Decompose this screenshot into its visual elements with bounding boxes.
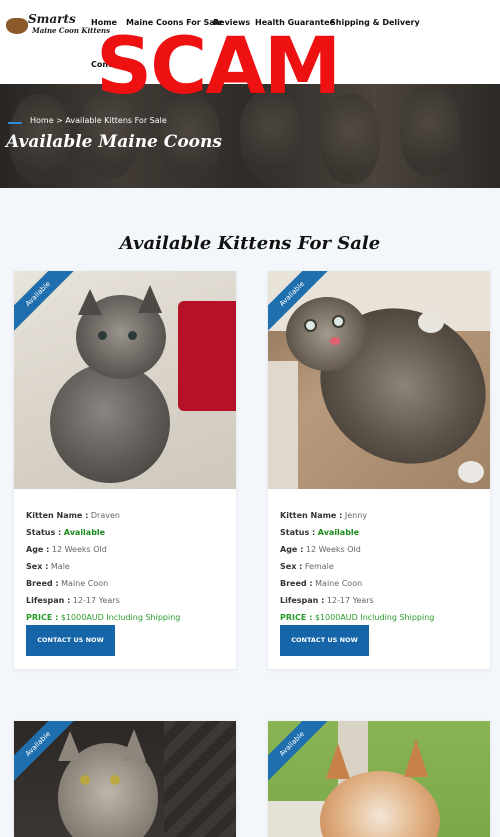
kitten-breed: Maine Coon xyxy=(61,579,109,588)
logo-text: Smarts xyxy=(28,12,76,26)
kitten-lifespan: 12-17 Years xyxy=(72,596,120,605)
kitten-card: Available xyxy=(14,721,236,837)
kitten-info: Kitten Name : Jenny Status : Available A… xyxy=(280,511,435,622)
kitten-age: 12 Weeks Old xyxy=(51,545,107,554)
kitten-sex: Male xyxy=(50,562,70,571)
kitten-price: $1000AUD Including Shipping xyxy=(314,613,435,622)
kitten-breed: Maine Coon xyxy=(315,579,363,588)
kitten-photo xyxy=(268,271,490,489)
contact-us-button[interactable]: CONTACT US NOW xyxy=(26,625,115,656)
kitten-sex: Female xyxy=(304,562,334,571)
page-title: Available Maine Coons xyxy=(6,132,222,152)
nav-shipping-delivery[interactable]: Shipping & Delivery xyxy=(330,18,420,27)
cat-logo-icon xyxy=(6,18,28,34)
kitten-name: Draven xyxy=(90,511,120,520)
breadcrumb-accent xyxy=(8,122,22,124)
kitten-info: Kitten Name : Draven Status : Available … xyxy=(26,511,181,622)
section-title: Available Kittens For Sale xyxy=(119,233,381,254)
kitten-status: Available xyxy=(63,528,106,537)
site-logo[interactable]: Smarts Maine Coon Kittens xyxy=(6,12,110,40)
scam-overlay-text: SCAM xyxy=(96,22,341,112)
kitten-photo xyxy=(14,271,236,489)
contact-us-button[interactable]: CONTACT US NOW xyxy=(280,625,369,656)
kitten-age: 12 Weeks Old xyxy=(305,545,361,554)
kitten-lifespan: 12-17 Years xyxy=(326,596,374,605)
kitten-price: $1000AUD Including Shipping xyxy=(60,613,181,622)
kitten-card: Available xyxy=(268,721,490,837)
kitten-name: Jenny xyxy=(344,511,368,520)
kitten-card: Available Kitten Name : Draven Status : … xyxy=(14,271,236,669)
kitten-status: Available xyxy=(317,528,360,537)
breadcrumb[interactable]: Home > Available Kittens For Sale xyxy=(30,116,167,125)
kitten-card: Available Kitten Name : Jenny Status : A… xyxy=(268,271,490,669)
